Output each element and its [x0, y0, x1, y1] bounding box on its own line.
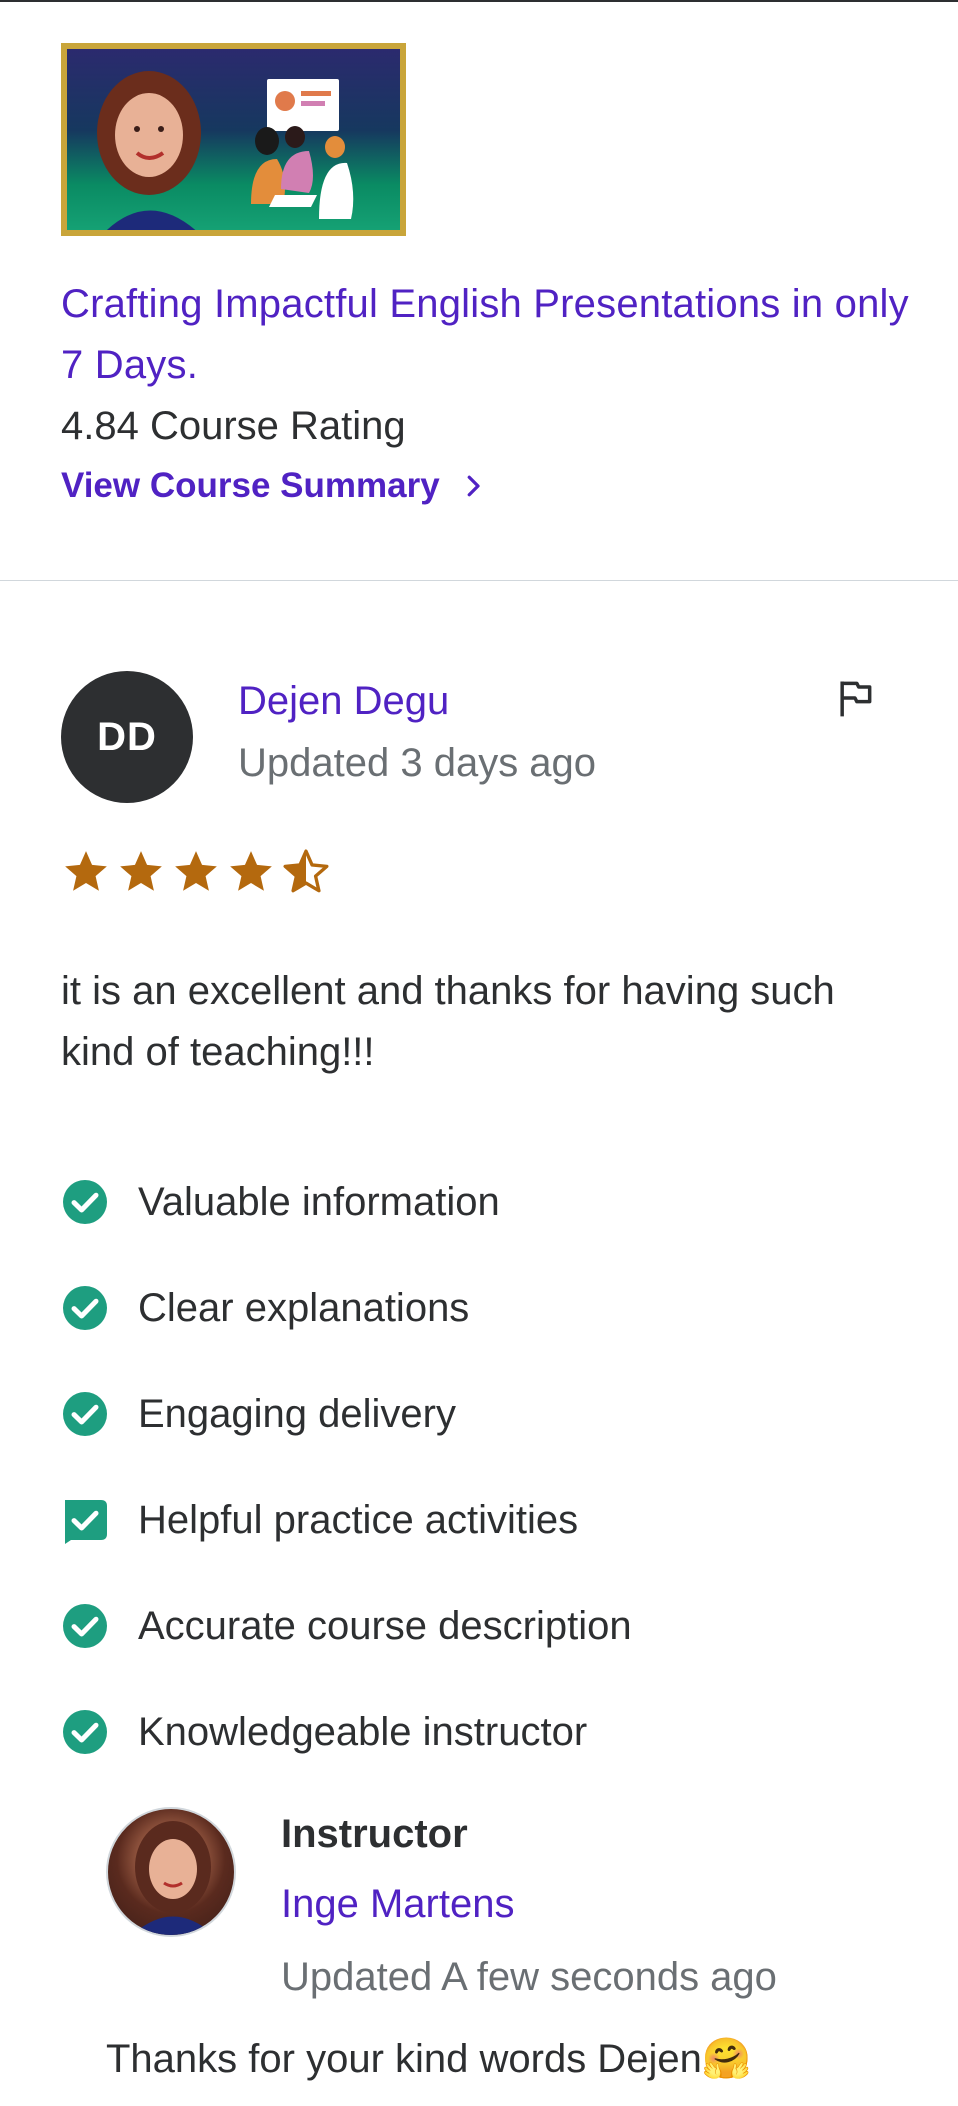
- tag-label: Engaging delivery: [138, 1392, 456, 1436]
- instructor-role-label: Instructor: [281, 1812, 468, 1856]
- chevron-right-icon: [467, 475, 480, 497]
- course-header: Crafting Impactful English Presentations…: [61, 43, 921, 511]
- instructor-name[interactable]: Inge Martens: [281, 1877, 514, 1931]
- list-item: Valuable information: [61, 1149, 921, 1255]
- reviewer-name[interactable]: Dejen Degu: [238, 675, 449, 727]
- list-item: Engaging delivery: [61, 1361, 921, 1467]
- course-rating: 4.84 Course Rating: [61, 404, 406, 448]
- check-chat-icon: [65, 1500, 107, 1544]
- flag-icon[interactable]: [833, 675, 877, 721]
- check-circle-icon: [63, 1710, 107, 1754]
- star-full-icon: [65, 851, 107, 891]
- top-border: [0, 0, 958, 2]
- instructor-avatar-graphic: [132, 1821, 214, 1935]
- view-course-summary-link[interactable]: View Course Summary: [61, 461, 921, 511]
- check-circle-icon: [63, 1604, 107, 1648]
- star-full-icon: [230, 851, 272, 891]
- response-text: Thanks for your kind words Dejen🤗: [106, 2037, 752, 2081]
- tag-label: Accurate course description: [138, 1604, 632, 1648]
- check-circle-icon: [63, 1392, 107, 1436]
- review-tags: Valuable information Clear explanations …: [61, 1149, 921, 1785]
- instructor-photo-graphic: [97, 71, 201, 230]
- review-updated-time: Updated 3 days ago: [238, 741, 597, 785]
- list-item: Helpful practice activities: [61, 1467, 921, 1573]
- response-updated-time: Updated A few seconds ago: [281, 1955, 777, 1999]
- tag-label: Knowledgeable instructor: [138, 1710, 588, 1754]
- tag-label: Valuable information: [138, 1180, 500, 1224]
- star-full-icon: [120, 851, 162, 891]
- section-divider: [0, 580, 958, 581]
- list-item: Clear explanations: [61, 1255, 921, 1361]
- course-title[interactable]: Crafting Impactful English Presentations…: [61, 274, 921, 396]
- course-thumbnail[interactable]: [61, 43, 406, 236]
- list-item: Knowledgeable instructor: [61, 1679, 921, 1785]
- star-rating: [61, 847, 331, 897]
- people-illustration: [251, 126, 354, 219]
- view-course-summary-label: View Course Summary: [61, 466, 440, 505]
- star-full-icon: [175, 851, 217, 891]
- check-circle-icon: [63, 1286, 107, 1330]
- check-circle-icon: [63, 1180, 107, 1224]
- tag-label: Helpful practice activities: [138, 1498, 579, 1542]
- star-half-icon: [283, 849, 329, 893]
- avatar: [106, 1807, 236, 1937]
- avatar: DD: [61, 671, 193, 803]
- review-text: it is an excellent and thanks for having…: [61, 969, 835, 1074]
- list-item: Accurate course description: [61, 1573, 921, 1679]
- tag-label: Clear explanations: [138, 1286, 470, 1330]
